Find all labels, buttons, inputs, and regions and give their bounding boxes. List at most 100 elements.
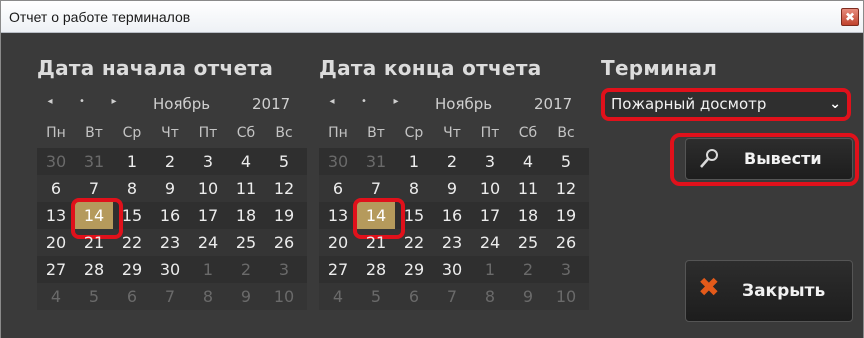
- prev-month-icon[interactable]: ◂: [325, 96, 339, 107]
- calendar-day[interactable]: 3: [471, 148, 509, 175]
- calendar-day[interactable]: 24: [471, 229, 509, 256]
- calendar-day[interactable]: 12: [265, 175, 303, 202]
- window-close-icon[interactable]: ✖: [841, 8, 859, 26]
- calendar-day[interactable]: 20: [319, 229, 357, 256]
- calendar-day[interactable]: 4: [319, 283, 357, 310]
- calendar-day[interactable]: 7: [433, 283, 471, 310]
- calendar-day[interactable]: 13: [37, 202, 75, 229]
- calendar-day[interactable]: 30: [151, 256, 189, 283]
- calendar-day[interactable]: 17: [189, 202, 227, 229]
- calendar-week-row: 30 31 1 2 3 4 5: [319, 148, 589, 175]
- start-calendar-nav: ◂ • ▸ Ноябрь 2017: [37, 90, 307, 120]
- calendar-day[interactable]: 8: [471, 283, 509, 310]
- terminal-select[interactable]: Пожарный досмотр ⌄: [601, 88, 851, 121]
- calendar-day[interactable]: 22: [113, 229, 151, 256]
- calendar-day[interactable]: 1: [189, 256, 227, 283]
- calendar-day[interactable]: 31: [357, 148, 395, 175]
- calendar-day[interactable]: 10: [471, 175, 509, 202]
- calendar-day[interactable]: 15: [395, 202, 433, 229]
- print-button[interactable]: Вывести: [685, 138, 853, 180]
- calendar-day[interactable]: 30: [319, 148, 357, 175]
- today-icon[interactable]: •: [357, 96, 371, 107]
- calendar-day[interactable]: 19: [265, 202, 303, 229]
- calendar-day[interactable]: 6: [37, 175, 75, 202]
- calendar-day[interactable]: 31: [75, 148, 113, 175]
- calendar-day[interactable]: 9: [509, 283, 547, 310]
- calendar-day[interactable]: 29: [113, 256, 151, 283]
- calendar-day[interactable]: 5: [265, 148, 303, 175]
- calendar-day[interactable]: 1: [395, 148, 433, 175]
- calendar-day[interactable]: 26: [265, 229, 303, 256]
- calendar-day[interactable]: 18: [509, 202, 547, 229]
- calendar-day[interactable]: 11: [227, 175, 265, 202]
- calendar-day[interactable]: 16: [433, 202, 471, 229]
- calendar-day[interactable]: 29: [395, 256, 433, 283]
- calendar-day[interactable]: 19: [547, 202, 585, 229]
- calendar-day[interactable]: 18: [227, 202, 265, 229]
- calendar-day[interactable]: 11: [509, 175, 547, 202]
- calendar-day[interactable]: 9: [151, 175, 189, 202]
- calendar-day[interactable]: 5: [547, 148, 585, 175]
- calendar-day-selected[interactable]: 14: [353, 198, 405, 239]
- calendar-day[interactable]: 27: [319, 256, 357, 283]
- calendar-day[interactable]: 8: [189, 283, 227, 310]
- year-label[interactable]: 2017: [534, 95, 572, 113]
- calendar-day[interactable]: 1: [113, 148, 151, 175]
- month-label[interactable]: Ноябрь: [153, 95, 210, 113]
- weekday-label: Чт: [161, 125, 179, 141]
- calendar-day[interactable]: 9: [433, 175, 471, 202]
- calendar-day[interactable]: 28: [357, 256, 395, 283]
- calendar-day[interactable]: 4: [509, 148, 547, 175]
- calendar-day[interactable]: 20: [37, 229, 75, 256]
- month-label[interactable]: Ноябрь: [435, 95, 492, 113]
- calendar-day[interactable]: 22: [395, 229, 433, 256]
- calendar-day[interactable]: 27: [37, 256, 75, 283]
- calendar-day[interactable]: 2: [227, 256, 265, 283]
- calendar-day[interactable]: 1: [471, 256, 509, 283]
- calendar-day[interactable]: 17: [471, 202, 509, 229]
- calendar-day-selected[interactable]: 14: [71, 198, 123, 239]
- calendar-day[interactable]: 3: [189, 148, 227, 175]
- title-bar: Отчет о работе терминалов ✖: [1, 1, 863, 33]
- today-icon[interactable]: •: [75, 96, 89, 107]
- calendar-day[interactable]: 5: [357, 283, 395, 310]
- calendar-week-row: 27 28 29 30 1 2 3: [37, 256, 307, 283]
- calendar-day[interactable]: 2: [509, 256, 547, 283]
- prev-month-icon[interactable]: ◂: [43, 96, 57, 107]
- calendar-day[interactable]: 4: [227, 148, 265, 175]
- calendar-day[interactable]: 2: [433, 148, 471, 175]
- calendar-day[interactable]: 7: [151, 283, 189, 310]
- year-label[interactable]: 2017: [252, 95, 290, 113]
- next-month-icon[interactable]: ▸: [107, 96, 121, 107]
- calendar-day[interactable]: 12: [547, 175, 585, 202]
- calendar-day[interactable]: 10: [547, 283, 585, 310]
- calendar-day[interactable]: 25: [509, 229, 547, 256]
- calendar-day[interactable]: 6: [113, 283, 151, 310]
- calendar-day[interactable]: 13: [319, 202, 357, 229]
- calendar-day[interactable]: 9: [227, 283, 265, 310]
- calendar-day[interactable]: 26: [547, 229, 585, 256]
- end-calendar-nav: ◂ • ▸ Ноябрь 2017: [319, 90, 589, 120]
- close-button[interactable]: ✖ Закрыть: [685, 260, 853, 322]
- calendar-day[interactable]: 6: [319, 175, 357, 202]
- calendar-day[interactable]: 21: [357, 229, 395, 256]
- calendar-day[interactable]: 5: [75, 283, 113, 310]
- calendar-day[interactable]: 4: [37, 283, 75, 310]
- calendar-day[interactable]: 28: [75, 256, 113, 283]
- calendar-day[interactable]: 24: [189, 229, 227, 256]
- calendar-day[interactable]: 3: [265, 256, 303, 283]
- calendar-day[interactable]: 6: [395, 283, 433, 310]
- calendar-day[interactable]: 10: [189, 175, 227, 202]
- calendar-day[interactable]: 10: [265, 283, 303, 310]
- calendar-day[interactable]: 21: [75, 229, 113, 256]
- calendar-day[interactable]: 15: [113, 202, 151, 229]
- calendar-day[interactable]: 23: [151, 229, 189, 256]
- calendar-day[interactable]: 16: [151, 202, 189, 229]
- calendar-day[interactable]: 23: [433, 229, 471, 256]
- calendar-day[interactable]: 30: [433, 256, 471, 283]
- next-month-icon[interactable]: ▸: [389, 96, 403, 107]
- calendar-day[interactable]: 3: [547, 256, 585, 283]
- calendar-day[interactable]: 25: [227, 229, 265, 256]
- calendar-day[interactable]: 2: [151, 148, 189, 175]
- calendar-day[interactable]: 30: [37, 148, 75, 175]
